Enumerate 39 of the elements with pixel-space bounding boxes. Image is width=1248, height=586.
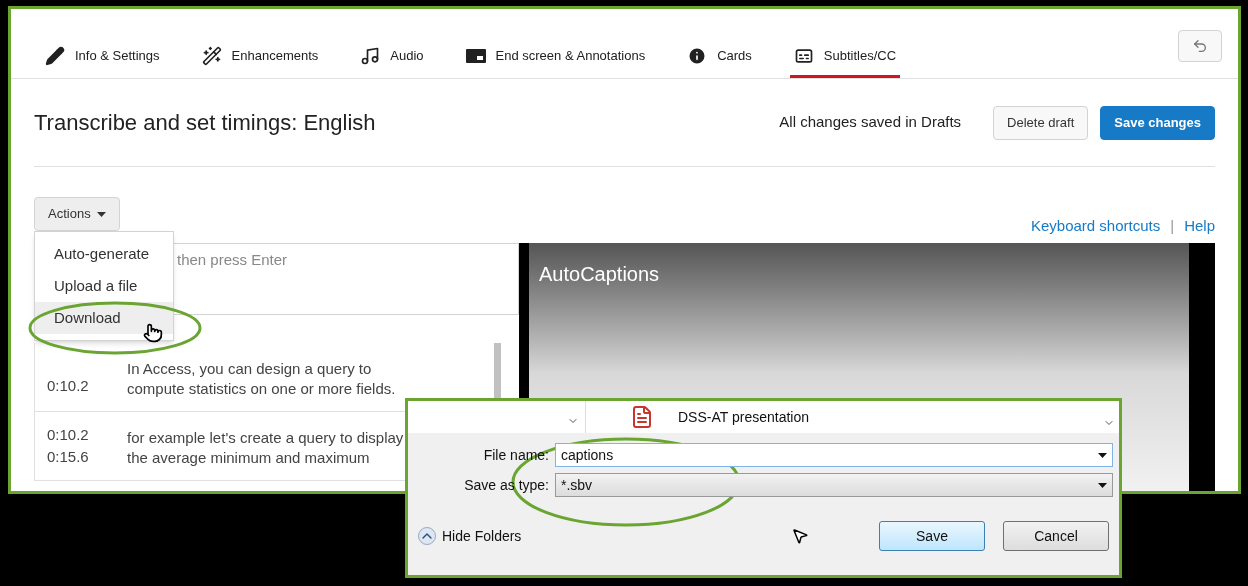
delete-draft-button[interactable]: Delete draft: [993, 105, 1089, 140]
caption-end-time: 0:10.2: [47, 376, 90, 396]
menu-item[interactable]: Upload a file: [35, 270, 173, 302]
actions-dropdown[interactable]: Actions: [34, 197, 120, 231]
dropdown-caret-icon: [1098, 452, 1107, 458]
file-name-field[interactable]: captions: [555, 443, 1113, 467]
back-arrow-icon: [1192, 38, 1208, 54]
info-icon: [687, 45, 708, 66]
pencil-icon: [45, 45, 65, 66]
caption-start-time: 0:10.2: [47, 425, 90, 445]
tab[interactable]: End screen & Annotations: [461, 36, 650, 78]
caption-text: for example let's create a query to display the average minimum and maximum: [127, 428, 405, 468]
file-type-select[interactable]: *.sbv: [555, 473, 1113, 497]
hide-folders-button[interactable]: Hide Folders: [418, 525, 522, 547]
pdf-file-icon: [630, 404, 654, 430]
tab[interactable]: Audio: [356, 36, 428, 78]
file-item[interactable]: DSS-AT presentation: [678, 406, 809, 428]
save-button[interactable]: Save: [879, 521, 985, 551]
cancel-button[interactable]: Cancel: [1003, 521, 1109, 551]
save-status: All changes saved in Drafts: [779, 112, 962, 133]
magic-wand-icon: [201, 45, 222, 66]
tab[interactable]: Subtitles/CC: [789, 36, 901, 78]
end-screen-icon: [465, 48, 486, 63]
tab[interactable]: Info & Settings: [41, 36, 164, 78]
caption-end-time: 0:15.6: [47, 447, 90, 467]
back-button[interactable]: [1178, 30, 1222, 62]
caret-icon: [96, 211, 106, 217]
caption-text: In Access, you can design a query to compute statistics on one or more fields.: [127, 359, 397, 399]
video-title: AutoCaptions: [539, 262, 660, 287]
page-title: Transcribe and set timings: English: [34, 109, 376, 137]
tab[interactable]: Cards: [683, 36, 756, 78]
tab[interactable]: Enhancements: [197, 36, 323, 78]
dropdown-caret-icon: [1098, 482, 1107, 488]
help-link[interactable]: Help: [1184, 214, 1215, 238]
save-changes-button[interactable]: Save changes: [1100, 105, 1215, 140]
link-separator: |: [1170, 215, 1175, 236]
collapse-icon: [418, 527, 436, 545]
music-note-icon: [360, 45, 381, 66]
keyboard-shortcuts-link[interactable]: Keyboard shortcuts: [1031, 214, 1161, 238]
